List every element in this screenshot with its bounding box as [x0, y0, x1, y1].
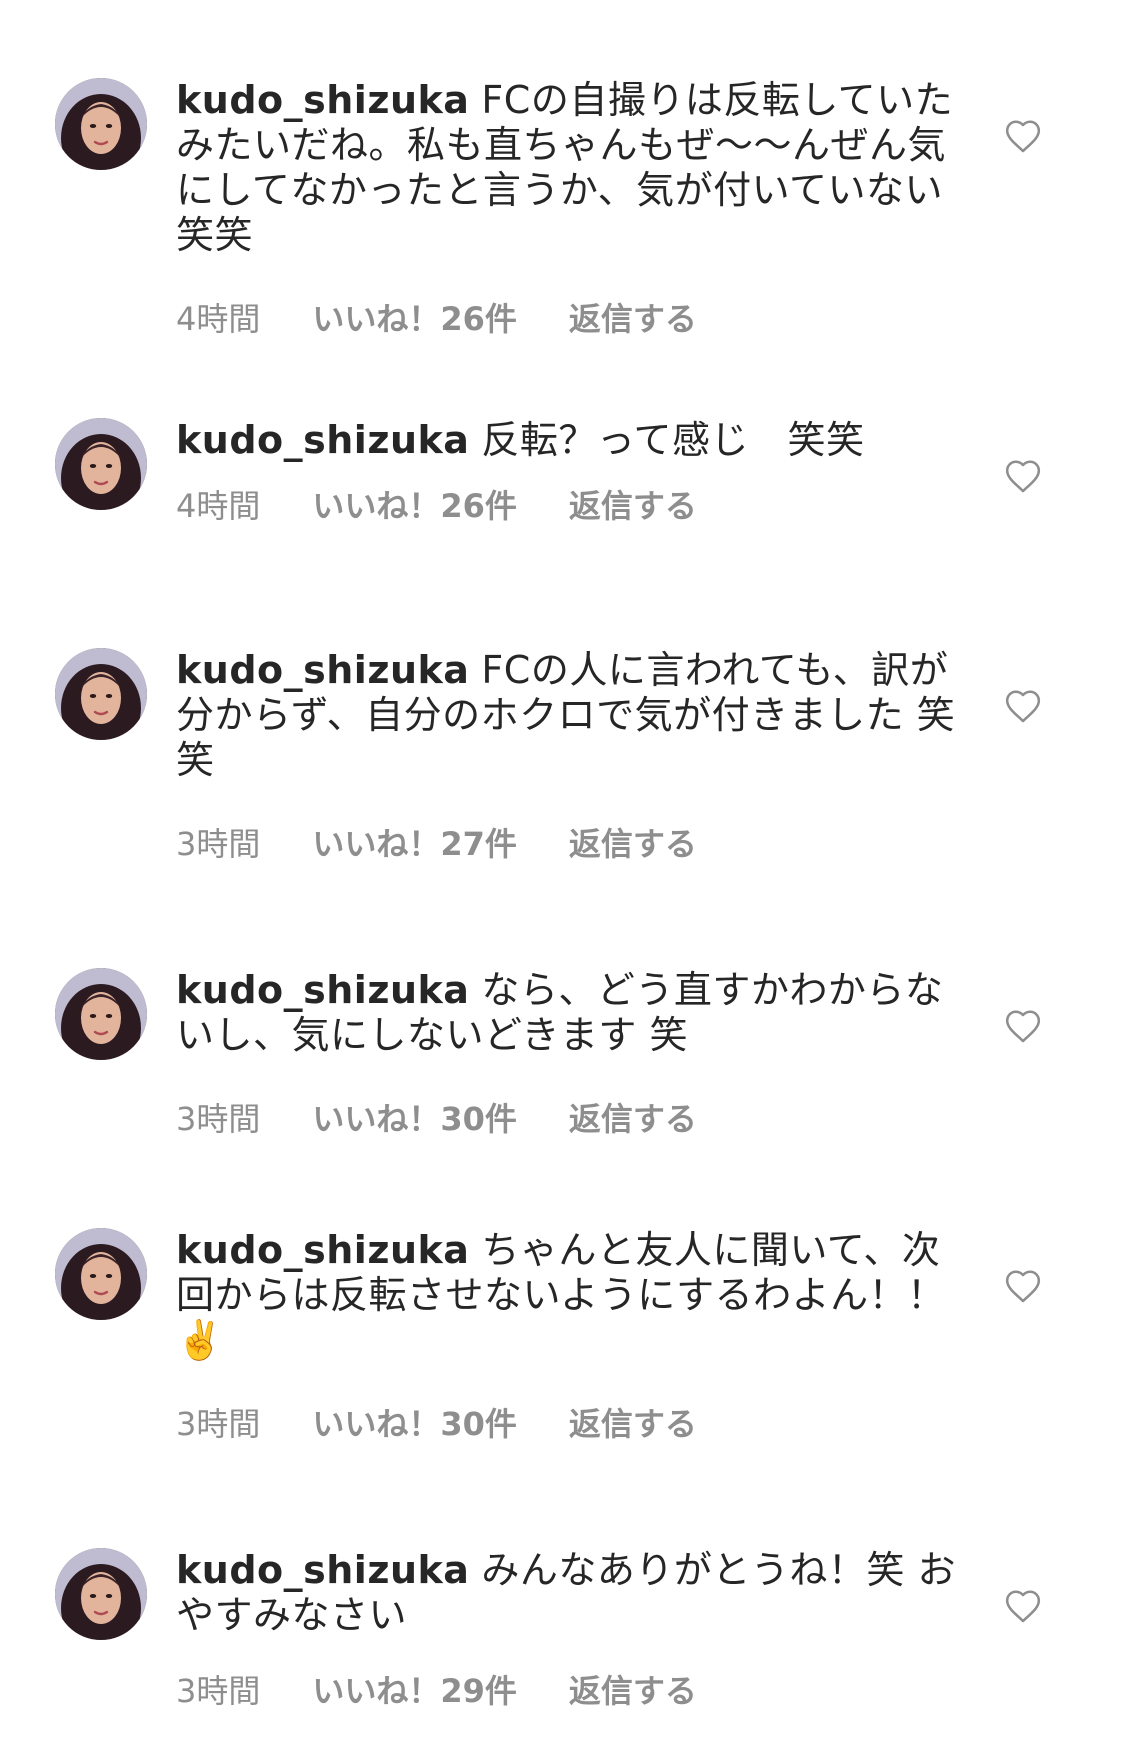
heart-icon[interactable] [1004, 118, 1042, 154]
avatar[interactable] [55, 418, 147, 510]
comment-username[interactable]: kudo_shizuka [176, 1228, 469, 1272]
avatar[interactable] [55, 1228, 147, 1320]
comment-meta: 3時間 いいね！30件 返信する [176, 1399, 966, 1445]
reply-button[interactable]: 返信する [569, 481, 697, 527]
comment-meta: 3時間 いいね！29件 返信する [176, 1666, 966, 1712]
comment-username[interactable]: kudo_shizuka [176, 78, 469, 122]
profile-photo [55, 1228, 147, 1320]
reply-button[interactable]: 返信する [569, 1094, 697, 1140]
comment-username[interactable]: kudo_shizuka [176, 1548, 469, 1592]
comment-time: 3時間 [176, 1405, 261, 1443]
heart-icon[interactable] [1004, 1008, 1042, 1044]
reply-button[interactable]: 返信する [569, 819, 697, 865]
comment-likes[interactable]: いいね！26件 [312, 294, 517, 340]
comment-meta: 4時間 いいね！26件 返信する [176, 294, 966, 340]
comment-username[interactable]: kudo_shizuka [176, 648, 469, 692]
avatar[interactable] [55, 1548, 147, 1640]
reply-button[interactable]: 返信する [569, 1399, 697, 1445]
reply-button[interactable]: 返信する [569, 294, 697, 340]
reply-button[interactable]: 返信する [569, 1666, 697, 1712]
comment-text: kudo_shizuka 反転？って感じ 笑笑 [176, 418, 966, 463]
profile-photo [55, 78, 147, 170]
heart-icon[interactable] [1004, 1588, 1042, 1624]
comment-likes[interactable]: いいね！26件 [312, 481, 517, 527]
comment-likes[interactable]: いいね！30件 [312, 1094, 517, 1140]
comment-likes[interactable]: いいね！27件 [312, 819, 517, 865]
comment-text: kudo_shizuka みんなありがとうね！笑 おやすみなさい [176, 1548, 966, 1638]
comment-meta: 3時間 いいね！27件 返信する [176, 819, 966, 865]
heart-icon[interactable] [1004, 688, 1042, 724]
profile-photo [55, 1548, 147, 1640]
avatar[interactable] [55, 78, 147, 170]
comment-meta: 4時間 いいね！26件 返信する [176, 481, 966, 527]
comment-time: 4時間 [176, 300, 261, 338]
comment-username[interactable]: kudo_shizuka [176, 418, 469, 462]
avatar[interactable] [55, 648, 147, 740]
comment-time: 3時間 [176, 1100, 261, 1138]
comment-time: 4時間 [176, 487, 261, 525]
heart-icon[interactable] [1004, 1268, 1042, 1304]
comment-text: kudo_shizuka FCの人に言われても、訳が分からず、自分のホクロで気が付… [176, 648, 966, 783]
comment-text: kudo_shizuka FCの自撮りは反転していたみたいだね。私も直ちゃんもぜ〜… [176, 78, 966, 258]
comment-likes[interactable]: いいね！30件 [312, 1399, 517, 1445]
heart-icon[interactable] [1004, 458, 1042, 494]
comment-body: 反転？って感じ 笑笑 [481, 418, 865, 462]
comment-time: 3時間 [176, 825, 261, 863]
comment-meta: 3時間 いいね！30件 返信する [176, 1094, 966, 1140]
comment-time: 3時間 [176, 1672, 261, 1710]
avatar[interactable] [55, 968, 147, 1060]
profile-photo [55, 418, 147, 510]
comment-text: kudo_shizuka なら、どう直すかわからないし、気にしないどきます 笑 [176, 968, 966, 1058]
comment-likes[interactable]: いいね！29件 [312, 1666, 517, 1712]
comment-username[interactable]: kudo_shizuka [176, 968, 469, 1012]
profile-photo [55, 968, 147, 1060]
profile-photo [55, 648, 147, 740]
comment-text: kudo_shizuka ちゃんと友人に聞いて、次回からは反転させないようにするわ… [176, 1228, 966, 1363]
